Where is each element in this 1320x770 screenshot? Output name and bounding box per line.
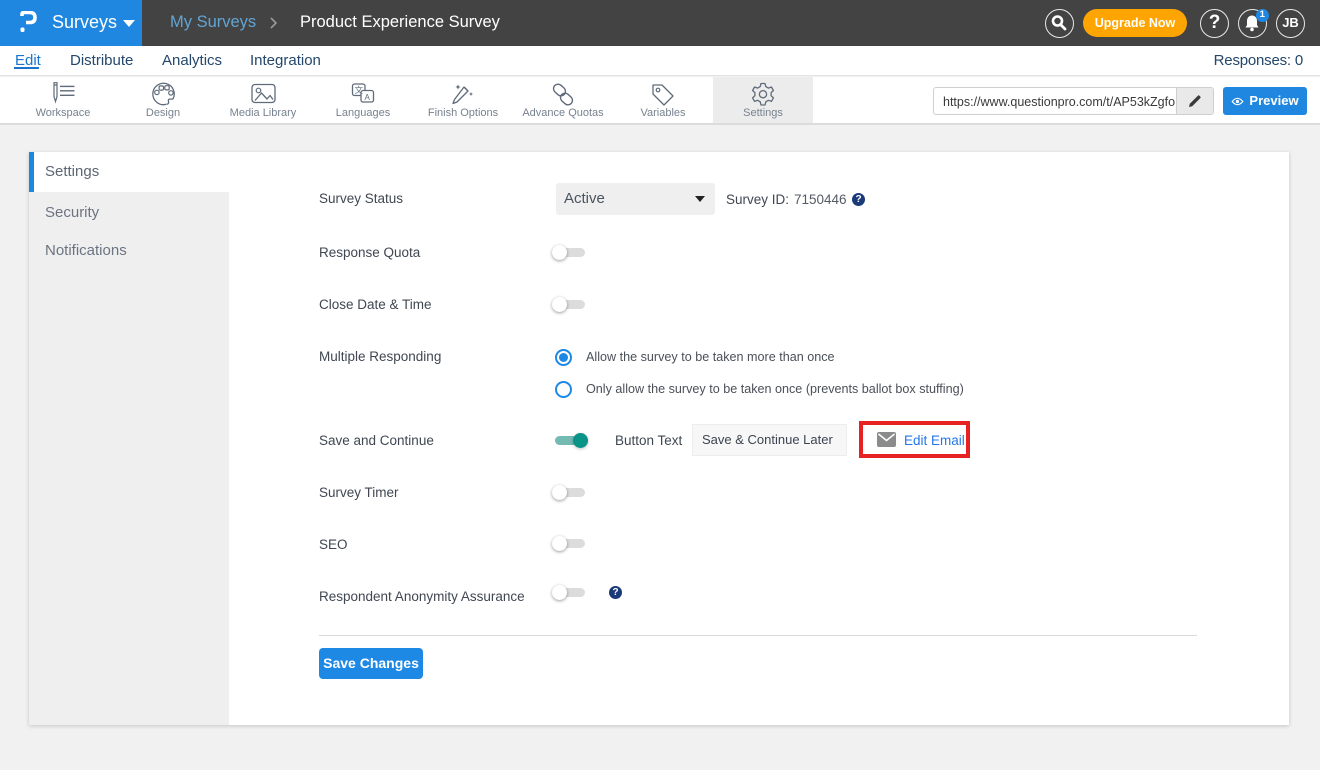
svg-text:文: 文 <box>355 85 364 95</box>
svg-text:A: A <box>365 93 371 102</box>
